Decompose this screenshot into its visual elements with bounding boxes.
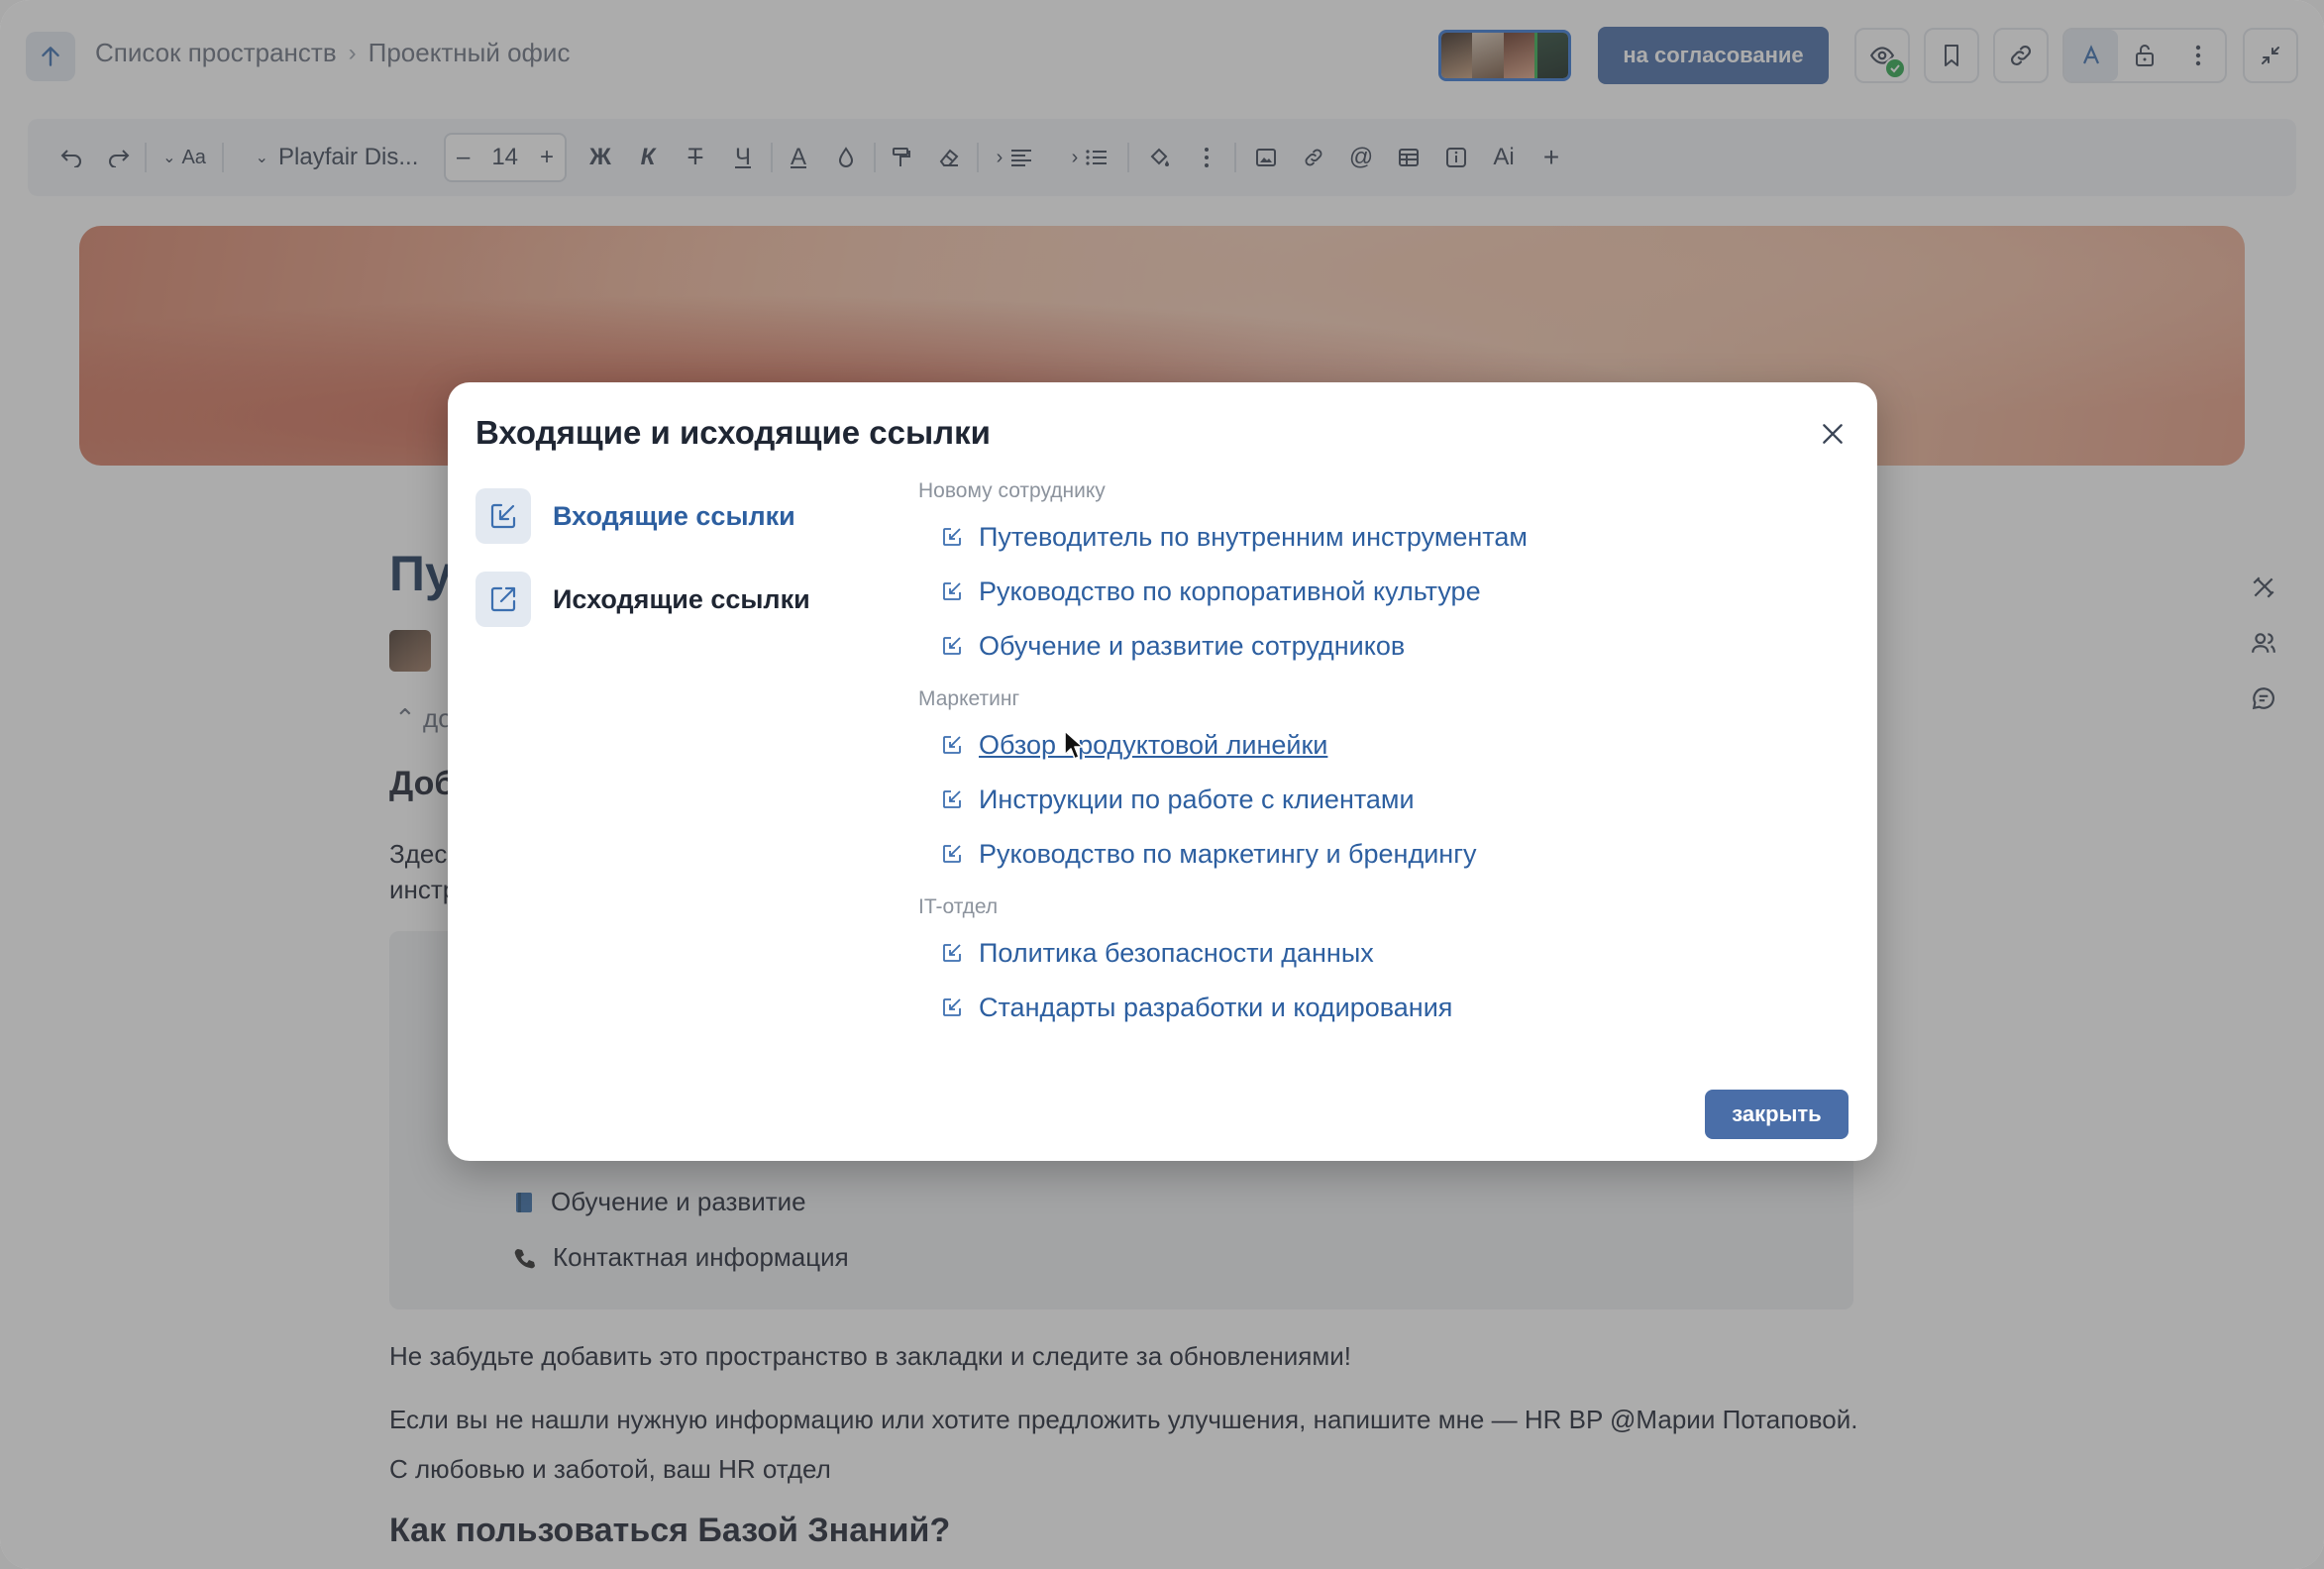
link-title[interactable]: Политика безопасности данных bbox=[979, 938, 1374, 969]
group-label-it: IT-отдел bbox=[918, 895, 999, 918]
close-icon bbox=[1823, 424, 1843, 444]
incoming-link-icon bbox=[943, 582, 961, 600]
link-item[interactable]: Обзор продуктовой линейки bbox=[941, 725, 1327, 765]
link-title[interactable]: Путеводитель по внутренним инструментам bbox=[979, 522, 1528, 553]
nav-incoming-links[interactable]: Входящие ссылки bbox=[475, 487, 852, 545]
link-title[interactable]: Обучение и развитие сотрудников bbox=[979, 631, 1405, 662]
nav-label: Входящие ссылки bbox=[553, 500, 795, 531]
incoming-link-icon bbox=[943, 637, 961, 655]
nav-outgoing-links[interactable]: Исходящие ссылки bbox=[475, 571, 852, 628]
link-item[interactable]: Путеводитель по внутренним инструментам bbox=[941, 517, 1528, 557]
link-title[interactable]: Руководство по корпоративной культуре bbox=[979, 576, 1481, 607]
incoming-link-icon bbox=[943, 845, 961, 863]
link-item[interactable]: Инструкции по работе с клиентами bbox=[941, 780, 1415, 819]
outgoing-link-icon-box bbox=[475, 572, 531, 627]
nav-label: Исходящие ссылки bbox=[553, 583, 810, 614]
link-title[interactable]: Руководство по маркетингу и брендингу bbox=[979, 839, 1477, 870]
link-title[interactable]: Обзор продуктовой линейки bbox=[979, 730, 1327, 761]
incoming-link-icon bbox=[943, 790, 961, 808]
incoming-link-icon bbox=[943, 944, 961, 962]
mouse-cursor-icon bbox=[1064, 730, 1084, 760]
link-item[interactable]: Стандарты разработки и кодирования bbox=[941, 988, 1452, 1027]
group-label-onboarding: Новому сотруднику bbox=[918, 479, 1106, 502]
link-item[interactable]: Политика безопасности данных bbox=[941, 933, 1374, 973]
incoming-link-icon-box bbox=[475, 488, 531, 544]
dialog-title: Входящие и исходящие ссылки bbox=[475, 414, 991, 451]
link-item[interactable]: Руководство по маркетингу и брендингу bbox=[941, 834, 1477, 874]
links-dialog: Входящие и исходящие ссылки Входящие ссы… bbox=[448, 382, 1877, 1161]
link-title[interactable]: Стандарты разработки и кодирования bbox=[979, 993, 1452, 1023]
outgoing-link-icon bbox=[490, 586, 516, 612]
incoming-link-icon bbox=[943, 998, 961, 1016]
link-title[interactable]: Инструкции по работе с клиентами bbox=[979, 784, 1415, 815]
dialog-close-footer-button[interactable]: закрыть bbox=[1705, 1090, 1849, 1139]
dialog-close-button[interactable] bbox=[1815, 416, 1850, 452]
incoming-link-icon bbox=[943, 736, 961, 754]
incoming-link-icon bbox=[490, 503, 516, 529]
link-item[interactable]: Обучение и развитие сотрудников bbox=[941, 626, 1405, 666]
app-window: Список пространств › Проектный офис на с… bbox=[0, 0, 2324, 1569]
group-label-marketing: Маркетинг bbox=[918, 687, 1020, 710]
link-item[interactable]: Руководство по корпоративной культуре bbox=[941, 572, 1481, 611]
incoming-link-icon bbox=[943, 528, 961, 546]
